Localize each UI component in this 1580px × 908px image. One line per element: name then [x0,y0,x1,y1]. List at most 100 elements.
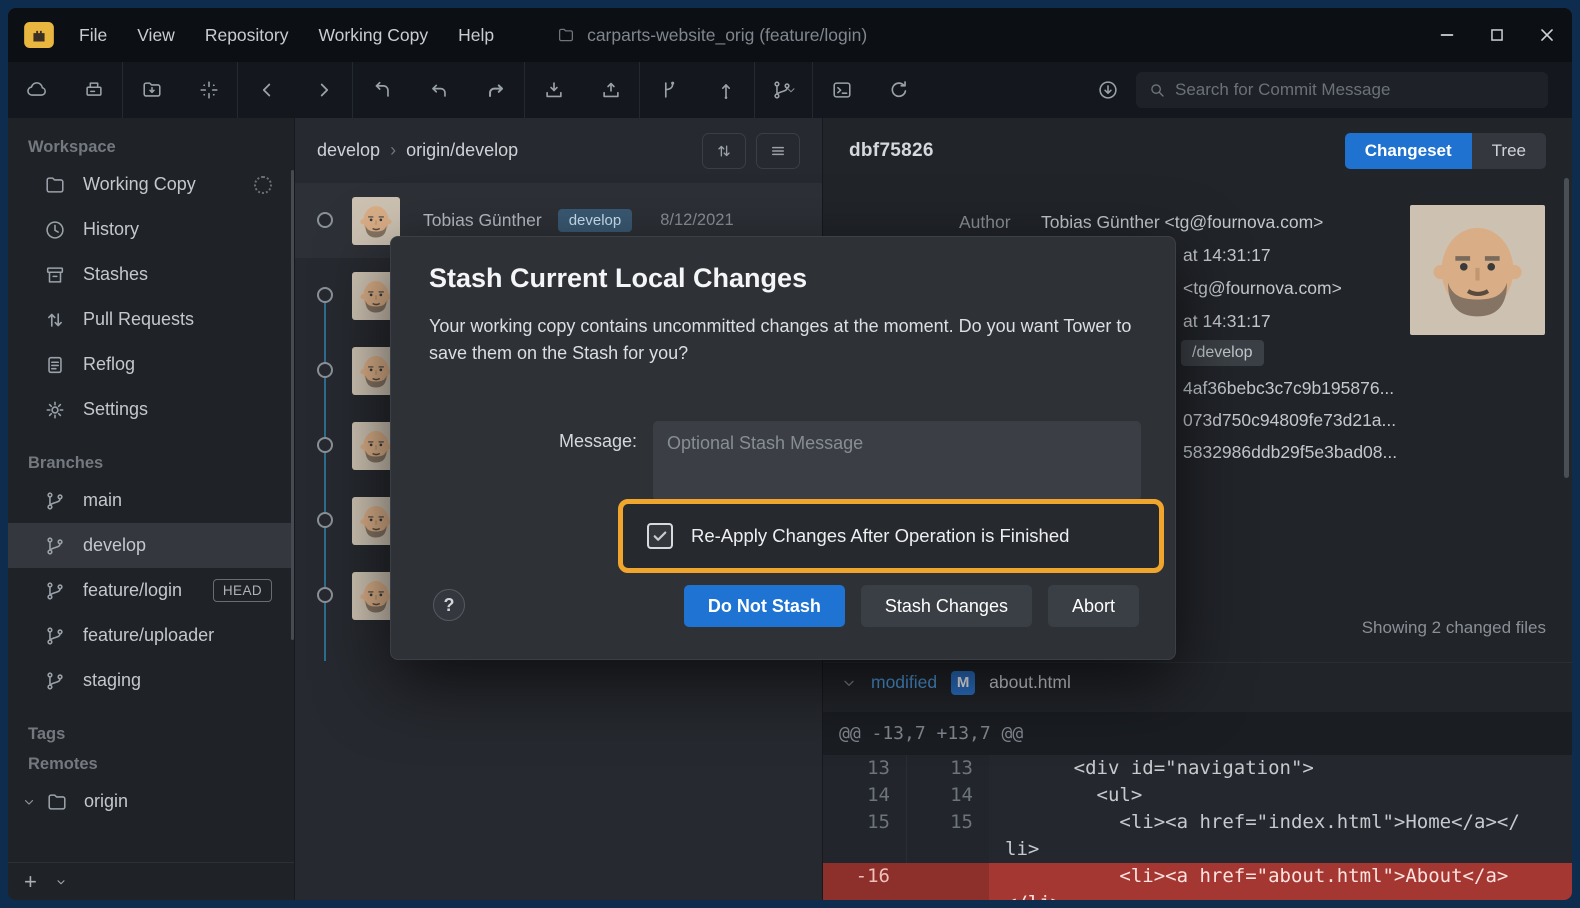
stash-changes-button[interactable]: Stash Changes [861,585,1032,627]
sidebar-branch-feature-uploader[interactable]: feature/uploader [8,613,294,658]
push-button[interactable] [582,62,639,118]
author-label: Author [959,212,1011,233]
details-scrollbar[interactable] [1564,178,1569,478]
diff-code: <li><a href="about.html">About</a></li> [989,863,1572,900]
sidebar-branch-staging[interactable]: staging [8,658,294,703]
branch-label: develop [83,535,146,556]
sidebar-item-stashes[interactable]: Stashes [8,252,294,297]
breadcrumb-separator: › [390,140,396,161]
sidebar-branch-feature-login[interactable]: feature/login HEAD [8,568,294,613]
menu-file[interactable]: File [64,8,122,62]
chevron-down-icon [841,675,857,691]
back-button[interactable] [238,62,295,118]
old-line-number: 14 [823,782,906,809]
sidebar-scrollbar[interactable] [291,170,294,640]
forward-icon [313,79,335,101]
commit-node-icon [317,587,333,603]
diff-code: <div id="navigation"> [989,755,1572,782]
menu-view[interactable]: View [122,8,190,62]
cloud-service-button[interactable] [8,62,65,118]
redo-button[interactable] [467,62,524,118]
chevron-down-icon[interactable] [55,876,67,888]
author-value: Tobias Günther <tg@fournova.com> [1041,212,1323,233]
new-line-number: 13 [906,755,989,782]
dialog-title: Stash Current Local Changes [429,263,807,294]
chevron-down-icon [785,84,797,96]
undo-button[interactable] [410,62,467,118]
stash-message-input[interactable] [653,421,1141,501]
search-input[interactable] [1175,80,1536,100]
pull-button[interactable] [525,62,582,118]
message-label: Message: [559,431,637,452]
sidebar-header-branches: Branches [8,448,294,478]
parent-hash: 073d750c94809fe73d21a... [1183,410,1396,431]
merge-button[interactable] [640,62,697,118]
refresh-button[interactable] [870,62,927,118]
folder-icon [44,174,66,196]
redo-arrow-icon [485,79,507,101]
breadcrumb-branch[interactable]: develop [317,140,380,161]
branch-badge: develop [558,209,633,232]
details-header: dbf75826 Changeset Tree [823,118,1572,184]
diff-hunk-header: @@ -13,7 +13,7 @@ [823,712,1572,755]
sidebar-item-reflog[interactable]: Reflog [8,342,294,387]
open-repo-button[interactable] [123,62,180,118]
do-not-stash-button[interactable]: Do Not Stash [684,585,845,627]
commit-date: 8/12/2021 [660,211,733,230]
branch-dropdown-button[interactable] [755,62,812,118]
checkout-button[interactable] [353,62,410,118]
sidebar-item-working-copy[interactable]: Working Copy [8,162,294,207]
terminal-button[interactable] [813,62,870,118]
sidebar-item-settings[interactable]: Settings [8,387,294,432]
breadcrumb-remote-branch[interactable]: origin/develop [406,140,518,161]
close-button[interactable] [1522,8,1572,62]
app-window: File View Repository Working Copy Help c… [8,8,1572,900]
local-device-button[interactable] [65,62,122,118]
old-line-number: 13 [823,755,906,782]
menu-help[interactable]: Help [443,8,509,62]
commit-node-icon [317,287,333,303]
branch-label: main [83,490,122,511]
tab-tree[interactable]: Tree [1472,133,1546,169]
diff-line: 14 14 <ul> [823,782,1572,809]
maximize-button[interactable] [1472,8,1522,62]
minimize-button[interactable] [1422,8,1472,62]
sidebar-item-pull-requests[interactable]: Pull Requests [8,297,294,342]
parent-hash: 4af36bebc3c7c9b195876... [1183,378,1394,399]
diff-code: <ul> [989,782,1572,809]
undo-arrow-icon [428,79,450,101]
forward-button[interactable] [295,62,352,118]
branch-label: staging [83,670,141,691]
menu-repository[interactable]: Repository [190,8,304,62]
rebase-button[interactable] [697,62,754,118]
sidebar-header-tags: Tags [8,719,294,749]
list-icon [769,142,787,160]
sidebar-item-history[interactable]: History [8,207,294,252]
check-icon [651,527,669,545]
new-line-number: 14 [906,782,989,809]
diff-line-removed: -16 <li><a href="about.html">About</a></… [823,863,1572,900]
window-title-group: carparts-website_orig (feature/login) [557,25,867,46]
tab-changeset[interactable]: Changeset [1345,133,1472,169]
actions-button[interactable] [180,62,237,118]
corner-arrow-icon [371,79,393,101]
abort-button[interactable]: Abort [1048,585,1139,627]
list-options-button[interactable] [756,133,800,169]
fetch-indicator-button[interactable] [1079,62,1136,118]
view-toggle: Changeset Tree [1345,133,1546,169]
sidebar-branch-main[interactable]: main [8,478,294,523]
diff-view: 13 13 <div id="navigation"> 14 14 <ul> 1… [823,755,1572,900]
help-button[interactable]: ? [433,589,465,621]
window-title: carparts-website_orig (feature/login) [587,25,867,46]
reapply-checkbox[interactable] [647,523,673,549]
compare-button[interactable] [702,133,746,169]
commit-node-icon [317,212,333,228]
commit-search[interactable] [1136,72,1548,108]
sidebar-branch-develop[interactable]: develop [8,523,294,568]
sidebar-header-remotes: Remotes [8,749,294,779]
add-button[interactable]: + [24,871,37,893]
sidebar-remote-origin[interactable]: origin [8,779,294,824]
menu-working-copy[interactable]: Working Copy [303,8,443,62]
branch-label: feature/login [83,580,182,601]
changed-file-row[interactable]: modified M about.html [823,662,1572,702]
